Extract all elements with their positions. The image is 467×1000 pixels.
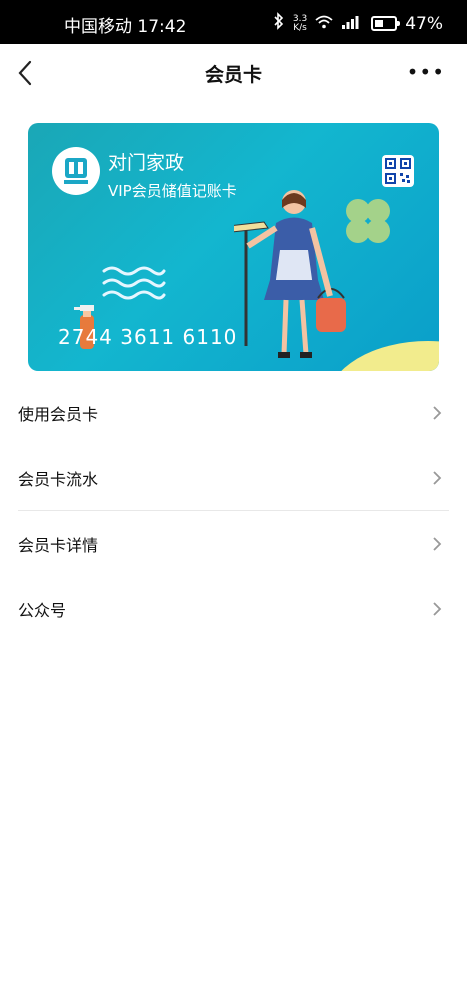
card-number: 2744 3611 6110 <box>58 325 238 349</box>
housekeeper-illustration <box>234 190 346 358</box>
waves-decoration <box>102 266 166 300</box>
carrier-time: 中国移动 17:42 <box>64 17 187 37</box>
page-title: 会员卡 <box>204 64 262 86</box>
menu-item-label: 会员卡流水 <box>18 469 99 489</box>
more-button[interactable]: ••• <box>407 60 445 84</box>
nav-bar: 会员卡 ••• <box>0 44 467 102</box>
chevron-right-icon <box>433 536 442 551</box>
status-icons: 3.3 K/s 47% <box>273 12 443 35</box>
menu-item-label: 公众号 <box>18 600 67 620</box>
menu-item-official-account[interactable]: 公众号 <box>0 576 467 641</box>
door-logo-icon <box>64 158 88 184</box>
chevron-right-icon <box>433 470 442 485</box>
menu-list: 使用会员卡 会员卡流水 会员卡详情 公众号 <box>0 380 467 641</box>
wifi-icon <box>315 14 333 34</box>
status-bar: 中国移动 17:42 3.3 K/s 47% <box>0 0 467 44</box>
menu-item-card-details[interactable]: 会员卡详情 <box>0 511 467 576</box>
card-brand: 对门家政 <box>108 152 185 174</box>
network-speed: 3.3 K/s <box>293 14 307 33</box>
brand-logo <box>52 147 100 195</box>
qr-code-icon[interactable] <box>382 155 414 187</box>
menu-item-use-card[interactable]: 使用会员卡 <box>0 380 467 445</box>
battery-icon <box>371 16 401 31</box>
signal-icon <box>341 14 359 34</box>
menu-item-card-transactions[interactable]: 会员卡流水 <box>0 445 467 510</box>
menu-item-label: 会员卡详情 <box>18 535 99 555</box>
chevron-right-icon <box>433 405 442 420</box>
battery-percent: 47% <box>405 13 443 34</box>
card-subtitle: VIP会员储值记账卡 <box>108 182 237 200</box>
bluetooth-icon <box>273 12 285 35</box>
chevron-right-icon <box>433 601 442 616</box>
network-speed-unit: K/s <box>293 22 307 33</box>
menu-item-label: 使用会员卡 <box>18 404 99 424</box>
membership-card[interactable]: 对门家政 VIP会员储值记账卡 2744 3611 6110 <box>28 123 439 371</box>
